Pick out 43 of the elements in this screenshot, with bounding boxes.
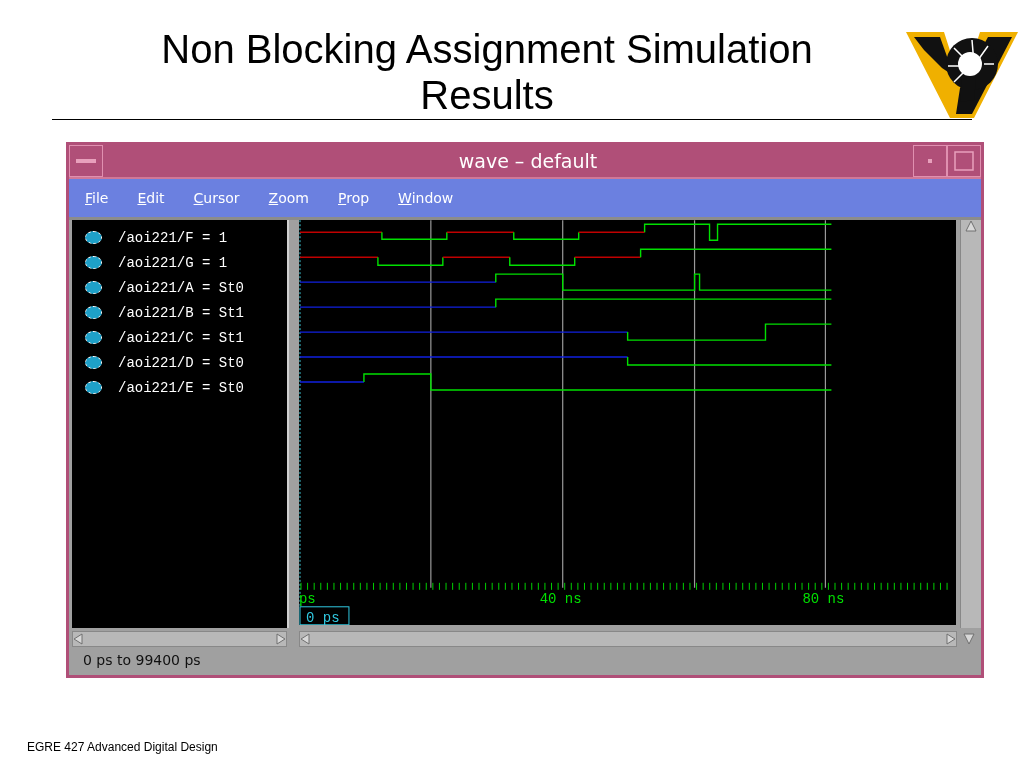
signal-dot-icon [85,281,102,294]
ruler-start-label: ps [298,590,316,607]
signal-dot-icon [85,381,102,394]
signal-dot-icon [85,331,102,344]
maximize-icon [954,151,974,171]
minimize-icon [928,159,932,163]
window-menu-button[interactable] [69,145,103,177]
left-arrow-icon[interactable] [300,633,310,645]
maximize-button[interactable] [947,145,981,177]
signal-dot-icon [85,306,102,319]
horizontal-scrollbar[interactable] [72,631,287,647]
signal-name[interactable]: /aoi221/F = 1 [118,229,228,246]
bar-icon [76,159,96,163]
signal-dot-icon [85,256,102,269]
down-arrow-icon[interactable] [963,633,975,645]
menu-item[interactable]: Window [398,190,454,206]
signal-name[interactable]: /aoi221/B = St1 [118,304,245,321]
signal-name[interactable]: /aoi221/C = St1 [118,329,245,346]
signal-name[interactable]: /aoi221/G = 1 [118,254,228,271]
horizontal-scrollbar[interactable] [299,631,957,647]
menu-item[interactable]: Prop [338,190,370,206]
menu-item[interactable]: Zoom [268,190,309,206]
menu-item[interactable]: Cursor [193,190,240,206]
signal-name[interactable]: /aoi221/A = St0 [118,279,245,296]
ruler-label: 40 ns [539,590,582,607]
slide-footer: EGRE 427 Advanced Digital Design [27,740,218,754]
menu-item[interactable]: File [85,190,109,206]
left-arrow-icon[interactable] [73,633,83,645]
signal-dot-icon [85,231,102,244]
ruler-label: 80 ns [802,590,845,607]
window-title: wave – default [457,150,599,172]
status-bar-text: 0 ps to 99400 ps [82,651,202,670]
signal-dot-icon [85,356,102,369]
right-arrow-icon[interactable] [276,633,286,645]
slide-title: Non Blocking Assignment Simulation Results [160,26,814,119]
menu-item[interactable]: Edit [137,190,165,206]
vertical-scrollbar[interactable] [960,220,981,628]
up-arrow-icon[interactable] [965,220,977,232]
minimize-button[interactable] [913,145,947,177]
signal-name[interactable]: /aoi221/E = St0 [118,379,245,396]
cursor-time-label: 0 ps [299,606,350,625]
signal-name[interactable]: /aoi221/D = St0 [118,354,245,371]
right-arrow-icon[interactable] [946,633,956,645]
